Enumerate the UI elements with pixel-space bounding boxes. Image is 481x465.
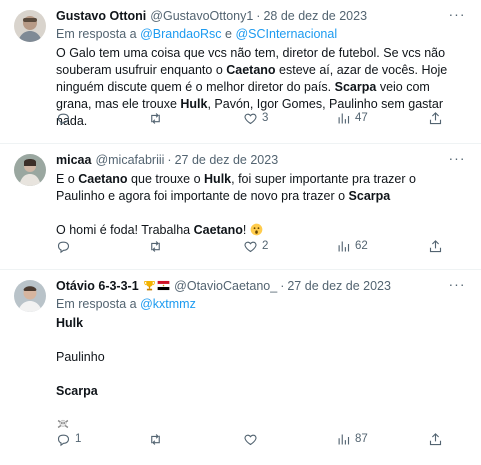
mention-link[interactable]: @SCInternacional (235, 27, 337, 41)
views-button[interactable]: 62 (336, 239, 368, 254)
display-name[interactable]: Otávio 6-3-3-1 (56, 278, 170, 295)
like-button[interactable]: 2 (243, 239, 268, 254)
heart-icon (244, 434, 257, 445)
tweet-date[interactable]: 28 de dez de 2023 (263, 8, 367, 25)
reply-button[interactable]: 1 (56, 432, 81, 447)
reply-button[interactable] (56, 239, 75, 254)
separator-dot: · (167, 153, 172, 167)
heart-icon (244, 241, 257, 252)
views-chart-icon (338, 241, 350, 251)
display-name[interactable]: micaa (56, 152, 91, 169)
like-button[interactable] (243, 432, 262, 447)
skull-crossbones-emoji-icon (57, 419, 69, 429)
retweet-icon (151, 112, 160, 124)
reply-button[interactable] (56, 111, 75, 126)
user-handle[interactable]: @micafabriii (95, 152, 164, 169)
tweet-text: E o Caetano que trouxe o Hulk, foi super… (56, 172, 416, 237)
mention-link[interactable]: @kxtmmz (140, 297, 196, 311)
tweet-date[interactable]: 27 de dez de 2023 (175, 152, 279, 169)
avatar[interactable] (14, 154, 46, 186)
tweet-text: Hulk Paulinho Scarpa (56, 315, 467, 434)
share-icon (429, 111, 442, 124)
tweet[interactable]: micaa @micafabriii · 27 de dez de 2023 ·… (0, 144, 481, 270)
share-icon (429, 432, 442, 445)
views-button[interactable]: 47 (336, 111, 368, 126)
tweet-header: micaa @micafabriii · 27 de dez de 2023 (56, 152, 467, 169)
reply-icon (57, 434, 70, 446)
mention-link[interactable]: @BrandaoRsc (140, 27, 221, 41)
retweet-icon (151, 240, 160, 252)
reply-joiner: e (225, 27, 232, 41)
user-handle[interactable]: @GustavoOttony1 (150, 8, 253, 25)
avatar[interactable] (14, 280, 46, 312)
views-button[interactable]: 87 (336, 432, 368, 447)
trophy-emoji-icon (144, 280, 155, 291)
share-button[interactable] (428, 111, 443, 126)
more-horizontal-icon[interactable]: ··· (447, 277, 467, 295)
reply-prefix: Em resposta a (56, 297, 137, 311)
reply-to-line: Em resposta a @kxtmmz (56, 296, 467, 313)
flag-egypt-emoji-icon (157, 280, 170, 291)
separator-dot: · (280, 279, 285, 293)
avatar[interactable] (14, 10, 46, 42)
tweet-date[interactable]: 27 de dez de 2023 (287, 278, 391, 295)
tweet-header: Gustavo Ottoni @GustavoOttony1 · 28 de d… (56, 8, 467, 25)
retweet-button[interactable] (148, 239, 167, 254)
tweet-header: Otávio 6-3-3-1 @OtavioCaetano_ · 27 de d… (56, 278, 467, 295)
more-horizontal-icon[interactable]: ··· (447, 151, 467, 169)
reply-icon (57, 113, 70, 125)
user-handle[interactable]: @OtavioCaetano_ (174, 278, 277, 295)
share-button[interactable] (428, 239, 443, 254)
retweet-button[interactable] (148, 111, 167, 126)
separator-dot: · (256, 9, 261, 23)
like-button[interactable]: 3 (243, 111, 268, 126)
share-button[interactable] (428, 432, 443, 447)
retweet-icon (151, 433, 160, 445)
views-chart-icon (338, 434, 350, 444)
retweet-button[interactable] (148, 432, 167, 447)
display-name[interactable]: Gustavo Ottoni (56, 8, 146, 25)
reply-icon (57, 241, 70, 253)
astonished-face-emoji-icon (250, 223, 263, 236)
reply-prefix: Em resposta a (56, 27, 137, 41)
share-icon (429, 239, 442, 252)
tweet[interactable]: Gustavo Ottoni @GustavoOttony1 · 28 de d… (0, 0, 481, 144)
tweet[interactable]: Otávio 6-3-3-1 @OtavioCaetano_ · 27 de d… (0, 270, 481, 465)
more-horizontal-icon[interactable]: ··· (447, 7, 467, 25)
reply-to-line: Em resposta a @BrandaoRsc e @SCInternaci… (56, 26, 467, 43)
heart-icon (244, 113, 257, 124)
views-chart-icon (338, 113, 350, 123)
